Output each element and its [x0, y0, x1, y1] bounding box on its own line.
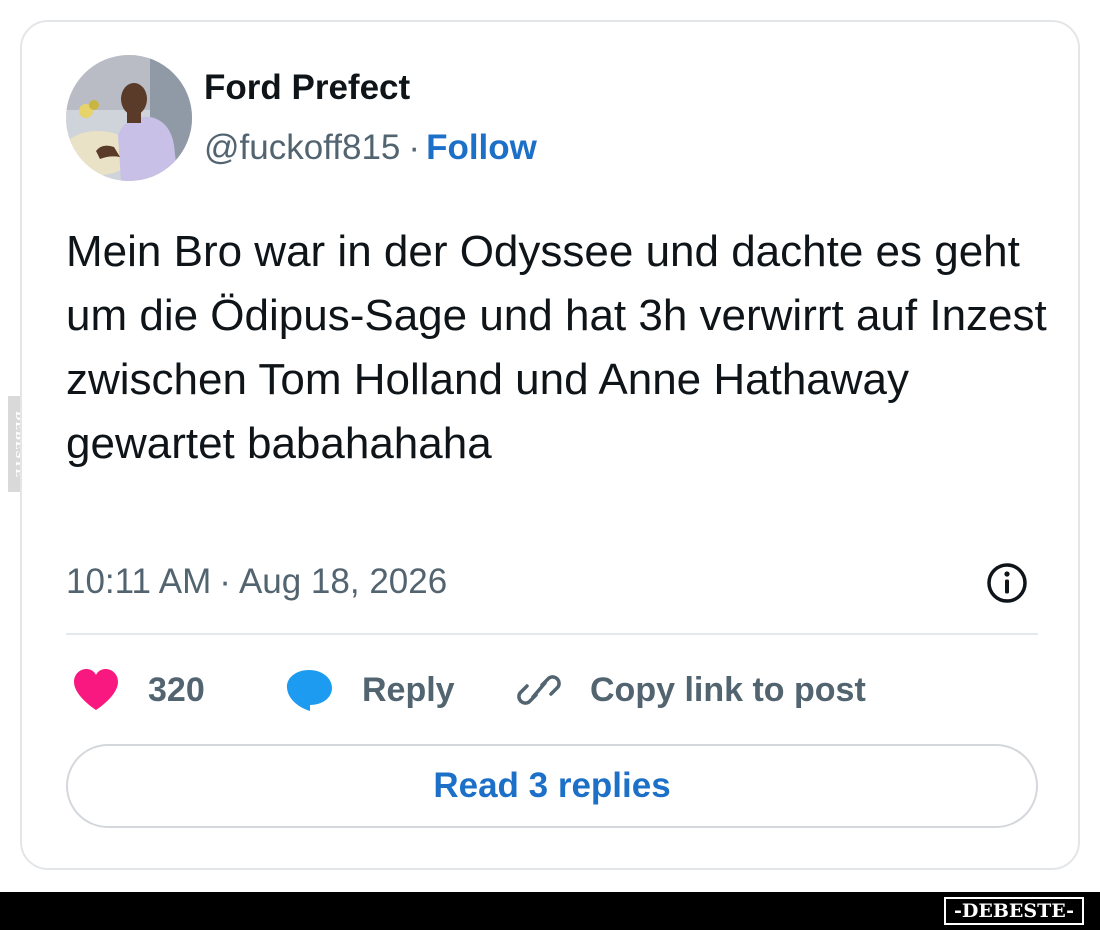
brand-badge: -DEBESTE- [944, 897, 1084, 925]
link-icon [517, 675, 561, 705]
post-card: Ford Prefect @fuckoff815 · Follow Mein Bro… [20, 20, 1080, 870]
timestamp-separator: · [219, 562, 231, 601]
like-button[interactable]: 320 [72, 668, 205, 712]
bottom-watermark-bar: -DEBESTE- [0, 892, 1100, 930]
info-icon[interactable] [984, 560, 1030, 606]
copy-link-label: Copy link to post [590, 670, 866, 709]
follow-link[interactable]: Follow [426, 128, 537, 167]
screenshot: DEBESTE Ford Prefect @fuckoff815·Follow … [0, 0, 1100, 930]
post-text: Mein Bro war in der Odyssee und dachte e… [66, 227, 1047, 468]
author-handle-row: @fuckoff815 · Follow [204, 128, 537, 168]
handle-separator: · [408, 128, 421, 167]
copy-link-button[interactable]: Copy link to post [516, 668, 866, 712]
author-name[interactable]: Ford Prefect [204, 68, 410, 108]
read-replies-button[interactable]: Read 3 replies [66, 744, 1038, 828]
speech-bubble-icon [286, 670, 332, 711]
like-count: 320 [148, 670, 205, 709]
reply-label: Reply [362, 670, 455, 709]
divider [66, 633, 1038, 635]
post-timestamp[interactable]: 10:11 AM · Aug 18, 2026 [66, 562, 447, 602]
avatar[interactable] [66, 55, 192, 181]
post-time: 10:11 AM [66, 562, 212, 601]
post-date: Aug 18, 2026 [238, 562, 448, 601]
reply-button[interactable]: Reply [284, 668, 455, 712]
avatar-image [66, 55, 192, 181]
heart-icon [74, 669, 118, 710]
author-handle[interactable]: @fuckoff815 [204, 128, 400, 167]
